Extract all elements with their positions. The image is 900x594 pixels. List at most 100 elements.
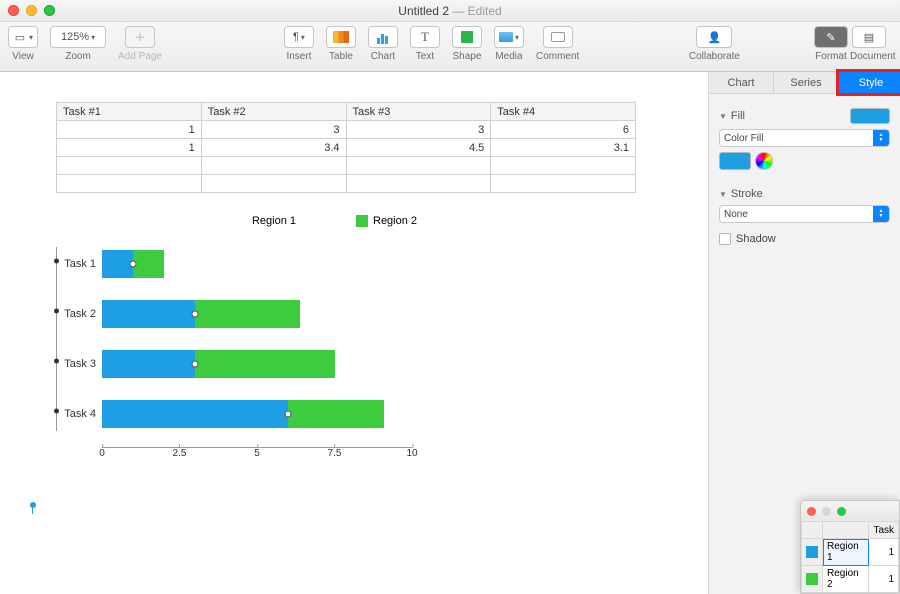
fill-type-select[interactable]: Color Fill ▲▼ <box>719 129 890 147</box>
chart-plot[interactable]: Task 1Task 2Task 3Task 402.557.510 <box>56 247 596 467</box>
table-label: Table <box>329 51 353 62</box>
col-header[interactable]: Task #4 <box>491 103 636 121</box>
insert-button[interactable]: ¶▾ <box>284 26 314 48</box>
bar-row[interactable]: Task 2 <box>102 297 596 331</box>
bar-segment-region2[interactable] <box>133 250 164 278</box>
chart-data-editor[interactable]: Task Region 1 1 Region 2 1 <box>800 500 900 594</box>
zoom-icon[interactable] <box>837 507 846 516</box>
table-icon <box>333 31 349 43</box>
cell[interactable]: 3 <box>201 121 346 139</box>
category-label: Task 2 <box>56 308 96 320</box>
paragraph-icon: ¶ <box>293 31 299 43</box>
media-group: ▾ Media <box>494 26 524 62</box>
de-series-name[interactable]: Region 2 <box>823 566 869 593</box>
chart-label: Chart <box>371 51 395 62</box>
col-header[interactable]: Task #3 <box>346 103 491 121</box>
segment-handle[interactable] <box>130 261 137 268</box>
text-button[interactable]: T <box>410 26 440 48</box>
segment-handle[interactable] <box>192 361 199 368</box>
cell[interactable]: 1 <box>57 139 202 157</box>
legend-swatch-r2 <box>356 215 368 227</box>
insert-group: ¶▾ Insert <box>284 26 314 62</box>
format-label: Format <box>812 51 850 62</box>
stroke-select[interactable]: None ▲▼ <box>719 205 890 223</box>
stroke-label: Stroke <box>731 188 763 200</box>
cell[interactable]: 3.4 <box>201 139 346 157</box>
fill-preview-swatch[interactable] <box>850 108 890 124</box>
bar-row[interactable]: Task 3 <box>102 347 596 381</box>
col-header[interactable]: Task #2 <box>201 103 346 121</box>
disclosure-triangle-icon[interactable]: ▼ <box>719 112 727 121</box>
bar-row[interactable]: Task 1 <box>102 247 596 281</box>
zoom-group: 125% ▾ Zoom <box>50 26 106 62</box>
bar-segment-region1[interactable] <box>102 300 195 328</box>
chevron-down-icon: ▾ <box>515 33 519 42</box>
data-table[interactable]: Task #1 Task #2 Task #3 Task #4 1 3 3 6 … <box>56 102 636 193</box>
collaborate-button[interactable]: 👤 <box>696 26 732 48</box>
segment-handle[interactable] <box>192 311 199 318</box>
shape-button[interactable] <box>452 26 482 48</box>
fill-section[interactable]: ▼ Fill <box>719 108 890 124</box>
de-col[interactable]: Task <box>869 522 899 539</box>
format-button[interactable]: ✎ <box>814 26 848 48</box>
color-wheel-icon[interactable] <box>755 152 773 170</box>
disclosure-triangle-icon[interactable]: ▼ <box>719 190 727 199</box>
bar-segment-region2[interactable] <box>195 350 335 378</box>
category-label: Task 4 <box>56 408 96 420</box>
de-series-name[interactable]: Region 1 <box>823 539 869 566</box>
comment-group: Comment <box>536 26 579 62</box>
tab-style[interactable]: Style <box>836 69 900 96</box>
comment-label: Comment <box>536 51 579 62</box>
panel-titlebar[interactable] <box>801 501 899 521</box>
document-title: Untitled 2 <box>398 4 449 18</box>
view-button[interactable]: ▭ ▾ <box>8 26 38 48</box>
brush-icon: ✎ <box>826 31 835 44</box>
bar-segment-region2[interactable] <box>288 400 384 428</box>
axis-tick: 5 <box>254 448 260 459</box>
chart-button[interactable] <box>368 26 398 48</box>
bar-segment-region1[interactable] <box>102 400 288 428</box>
color-swatch[interactable] <box>719 152 751 170</box>
legend-label: Region 2 <box>373 215 417 227</box>
legend-label: Region 1 <box>252 215 296 227</box>
cell[interactable]: 4.5 <box>346 139 491 157</box>
col-header[interactable]: Task #1 <box>57 103 202 121</box>
shape-label: Shape <box>452 51 481 62</box>
toolbar: ▭ ▾ View 125% ▾ Zoom ＋ Add Page ¶▾ Inser… <box>0 22 900 72</box>
shadow-checkbox[interactable] <box>719 233 731 245</box>
shadow-row[interactable]: Shadow <box>719 233 890 245</box>
stroke-value: None <box>724 209 748 220</box>
comment-button[interactable] <box>543 26 573 48</box>
insert-label: Insert <box>286 51 311 62</box>
cell[interactable]: 3.1 <box>491 139 636 157</box>
zoom-select[interactable]: 125% ▾ <box>50 26 106 48</box>
cell[interactable]: 6 <box>491 121 636 139</box>
media-button[interactable]: ▾ <box>494 26 524 48</box>
cell[interactable]: 1 <box>57 121 202 139</box>
text-group: T Text <box>410 26 440 62</box>
table-group: Table <box>326 26 356 62</box>
bar-segment-region2[interactable] <box>195 300 300 328</box>
edited-indicator: — Edited <box>452 4 501 18</box>
shape-icon <box>461 31 473 43</box>
tab-series[interactable]: Series <box>774 72 839 93</box>
cell[interactable]: 3 <box>346 121 491 139</box>
bar-segment-region1[interactable] <box>102 350 195 378</box>
data-editor-grid[interactable]: Task Region 1 1 Region 2 1 <box>801 521 899 593</box>
stroke-section[interactable]: ▼ Stroke <box>719 188 890 200</box>
canvas-area[interactable]: Task #1 Task #2 Task #3 Task #4 1 3 3 6 … <box>0 72 708 594</box>
table-button[interactable] <box>326 26 356 48</box>
add-page-button[interactable]: ＋ <box>125 26 155 48</box>
document-button[interactable]: ▤ <box>852 26 886 48</box>
tab-chart[interactable]: Chart <box>709 72 774 93</box>
addpage-label: Add Page <box>118 51 162 62</box>
bar-segment-region1[interactable] <box>102 250 133 278</box>
de-value[interactable]: 1 <box>869 539 899 566</box>
stacked-bar-chart[interactable]: Region 1 Region 2 Task 1 Task 2 Task 3 Task… <box>56 215 596 467</box>
close-icon[interactable] <box>807 507 816 516</box>
chart-group: Chart <box>368 26 398 62</box>
segment-handle[interactable] <box>285 411 292 418</box>
bar-row[interactable]: Task 4 <box>102 397 596 431</box>
de-value[interactable]: 1 <box>869 566 899 593</box>
text-label: Text <box>416 51 434 62</box>
